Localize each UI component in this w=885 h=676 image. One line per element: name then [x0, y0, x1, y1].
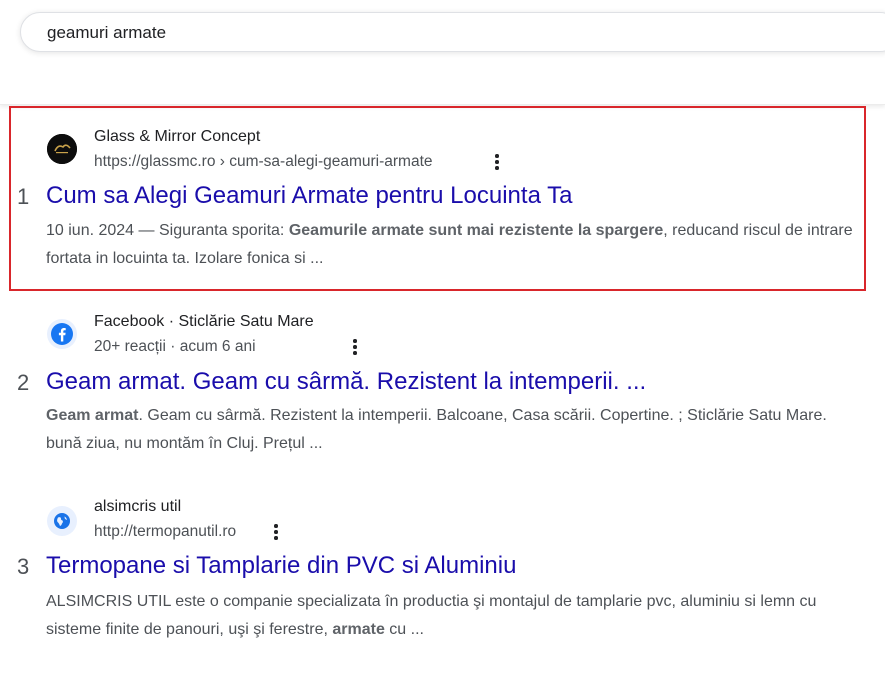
site-name: Facebook · Sticlărie Satu Mare	[94, 313, 314, 330]
more-options-icon[interactable]	[348, 337, 362, 357]
search-header	[0, 0, 885, 105]
globe-icon	[47, 506, 77, 536]
search-box[interactable]	[20, 12, 885, 52]
more-options-icon[interactable]	[490, 152, 504, 172]
result-rank: 3	[17, 554, 30, 579]
more-options-icon[interactable]	[269, 522, 283, 542]
result-snippet: 10 iun. 2024 — Siguranta sporita: Geamur…	[46, 222, 853, 267]
result-title-link[interactable]: Termopane si Tamplarie din PVC si Alumin…	[46, 552, 516, 580]
site-url[interactable]: http://termopanutil.ro	[94, 523, 236, 541]
facebook-icon	[47, 319, 77, 349]
site-name: alsimcris util	[94, 498, 182, 515]
site-name: Glass & Mirror Concept	[94, 128, 261, 145]
result-rank: 1	[17, 184, 30, 209]
search-input[interactable]	[47, 22, 847, 44]
result-snippet: ALSIMCRIS UTIL este o companie specializ…	[46, 593, 817, 638]
site-url[interactable]: 20+ reacții · acum 6 ani	[94, 338, 256, 356]
result-title-link[interactable]: Cum sa Alegi Geamuri Armate pentru Locui…	[46, 182, 573, 210]
result-snippet: Geam armat. Geam cu sârmă. Rezistent la …	[46, 407, 827, 452]
site-url[interactable]: https://glassmc.ro › cum-sa-alegi-geamur…	[94, 153, 433, 171]
result-title-link[interactable]: Geam armat. Geam cu sârmă. Rezistent la …	[46, 368, 646, 396]
glass-mirror-logo-icon	[47, 134, 77, 164]
result-rank: 2	[17, 370, 30, 395]
